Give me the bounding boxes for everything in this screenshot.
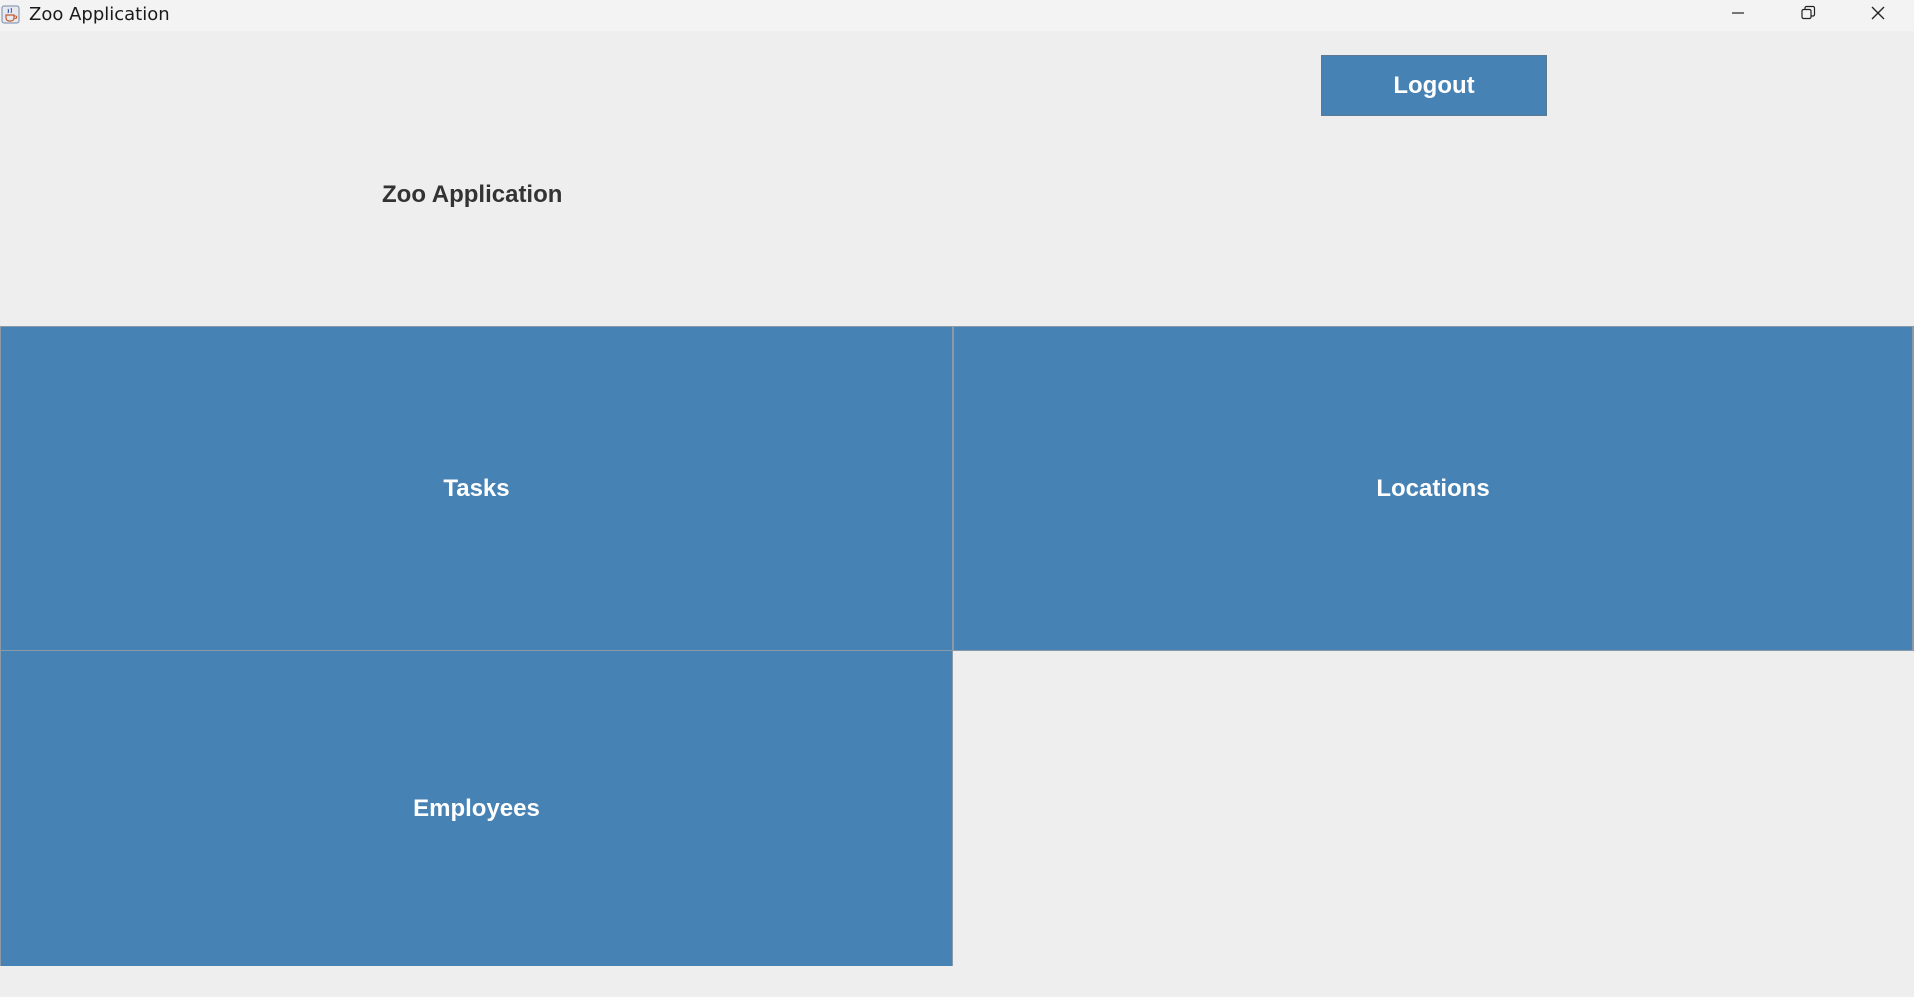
- java-cup-icon: [1, 5, 20, 24]
- minimize-icon: [1730, 5, 1746, 26]
- window-title: Zoo Application: [29, 4, 170, 25]
- page-title: Zoo Application: [382, 181, 563, 208]
- restore-button[interactable]: [1778, 0, 1838, 31]
- minimize-button[interactable]: [1708, 0, 1768, 31]
- tasks-button[interactable]: Tasks: [0, 326, 953, 651]
- employees-button[interactable]: Employees: [0, 650, 953, 966]
- logout-button[interactable]: Logout: [1321, 55, 1547, 116]
- close-icon: [1870, 5, 1886, 26]
- restore-icon: [1800, 5, 1816, 26]
- window-titlebar: Zoo Application: [0, 0, 1914, 31]
- locations-button[interactable]: Locations: [953, 326, 1914, 651]
- close-button[interactable]: [1848, 0, 1908, 31]
